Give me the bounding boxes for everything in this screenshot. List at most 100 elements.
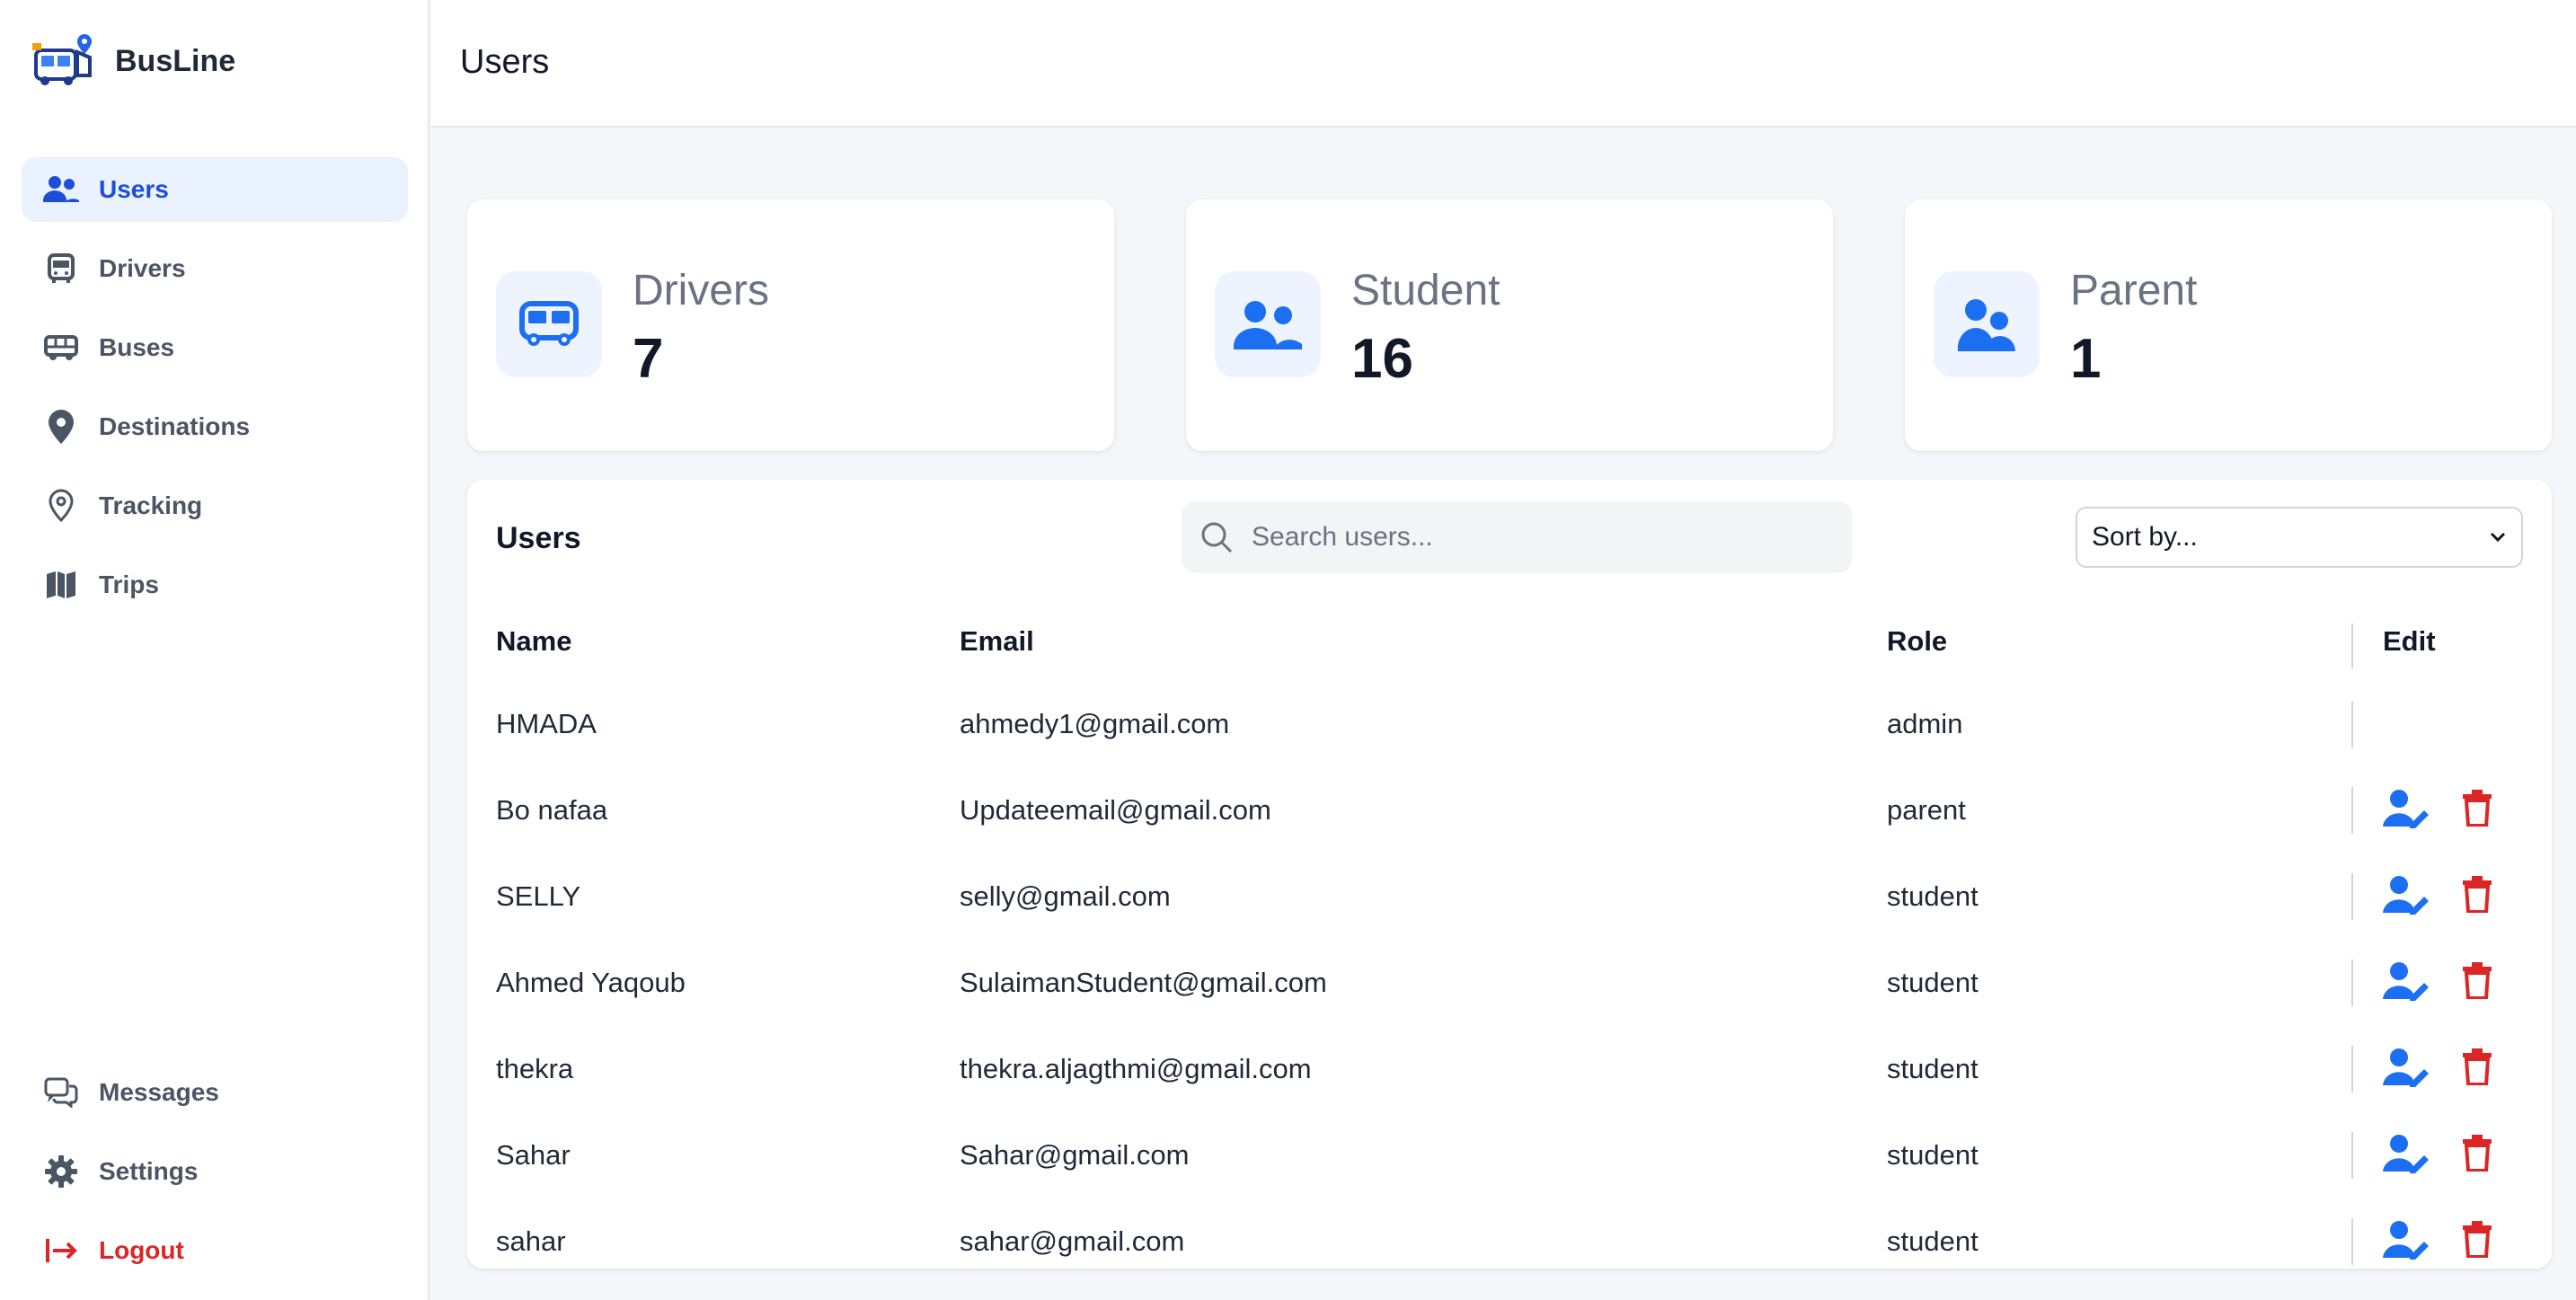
cell-email: ahmedy1@gmail.com: [960, 708, 1230, 739]
column-header-role: Role: [1887, 625, 1948, 657]
map-icon: [43, 567, 79, 603]
column-divider: [2351, 960, 2353, 1006]
sort-select[interactable]: Sort by...: [2076, 507, 2523, 568]
column-divider: [2351, 787, 2353, 834]
panel-title: Users: [496, 521, 581, 555]
row-actions: [2383, 875, 2492, 915]
column-divider: [2351, 1132, 2353, 1179]
delete-user-button[interactable]: [2462, 789, 2492, 828]
sidebar-item-drivers[interactable]: Drivers: [22, 236, 408, 301]
sidebar-item-tracking[interactable]: Tracking: [22, 473, 408, 538]
cell-role: parent: [1887, 794, 1966, 826]
cell-email: thekra.aljagthmi@gmail.com: [960, 1053, 1312, 1084]
user-edit-icon: [2383, 1221, 2429, 1260]
column-divider: [2351, 701, 2353, 747]
delete-user-button[interactable]: [2462, 875, 2492, 915]
brand-name: BusLine: [115, 43, 236, 78]
sidebar-item-label: Buses: [99, 333, 175, 361]
edit-user-button[interactable]: [2383, 961, 2430, 1001]
cell-name: Ahmed Yaqoub: [496, 967, 686, 998]
sidebar-item-label: Settings: [99, 1157, 199, 1185]
sidebar-item-buses[interactable]: Buses: [22, 315, 408, 380]
bus-icon: [496, 271, 602, 377]
edit-user-button[interactable]: [2383, 789, 2430, 828]
row-actions: [2383, 1048, 2492, 1087]
sidebar-item-label: Drivers: [99, 254, 186, 282]
trash-icon: [2463, 1048, 2492, 1085]
map-pin-icon: [43, 409, 79, 445]
sidebar-item-label: Messages: [99, 1078, 219, 1106]
sidebar-item-users[interactable]: Users: [22, 157, 408, 222]
search-box[interactable]: [1182, 501, 1852, 573]
column-divider: [2351, 873, 2353, 920]
delete-user-button[interactable]: [2462, 1220, 2492, 1260]
cell-name: Sahar: [496, 1139, 571, 1171]
user-edit-icon: [2383, 1048, 2429, 1087]
cell-email: selly@gmail.com: [960, 880, 1171, 912]
search-input[interactable]: [1252, 522, 1809, 553]
trash-icon: [2463, 1135, 2492, 1172]
row-actions: [2383, 961, 2492, 1001]
users-icon: [43, 172, 79, 208]
column-divider: [2351, 623, 2353, 668]
cell-name: Bo nafaa: [496, 794, 608, 826]
busline-logo: [32, 34, 92, 85]
stat-label: Parent: [2070, 267, 2198, 314]
sidebar: BusLine Users Drivers Buses Destinations: [0, 0, 429, 1300]
user-edit-icon: [2383, 1135, 2429, 1173]
sidebar-item-trips[interactable]: Trips: [22, 553, 408, 617]
trash-icon: [2463, 962, 2492, 999]
user-edit-icon: [2383, 876, 2429, 915]
stat-label: Student: [1351, 267, 1500, 314]
sidebar-item-destinations[interactable]: Destinations: [22, 394, 408, 459]
bus-front-icon: [43, 251, 79, 287]
user-pair-icon: [1934, 271, 2040, 377]
edit-user-button[interactable]: [2383, 1220, 2430, 1260]
logout-icon: [43, 1233, 79, 1269]
location-outline-icon: [43, 488, 79, 524]
edit-user-button[interactable]: [2383, 875, 2430, 915]
cell-role: student: [1887, 1225, 1978, 1257]
delete-user-button[interactable]: [2462, 961, 2492, 1001]
column-header-email: Email: [960, 625, 1034, 657]
stat-label: Drivers: [633, 267, 769, 314]
table-row: thekra thekra.aljagthmi@gmail.com studen…: [467, 1046, 2552, 1137]
cell-role: student: [1887, 1053, 1978, 1084]
trash-icon: [2463, 790, 2492, 827]
sidebar-item-settings[interactable]: Settings: [22, 1139, 408, 1204]
cell-role: student: [1887, 967, 1978, 998]
stat-value: 16: [1351, 328, 1413, 390]
cell-name: HMADA: [496, 708, 597, 739]
chevron-down-icon: [2490, 532, 2506, 543]
delete-user-button[interactable]: [2462, 1048, 2492, 1087]
stat-value: 7: [633, 328, 664, 390]
bus-side-icon: [43, 330, 79, 366]
stat-card-parent: Parent 1: [1905, 199, 2552, 451]
sidebar-item-label: Trips: [99, 570, 159, 598]
users-panel: Users Sort by... Name Email Role Edit HM…: [467, 480, 2552, 1269]
sidebar-nav: Users Drivers Buses Destinations Trackin…: [22, 157, 408, 632]
row-actions: [2383, 1220, 2492, 1260]
column-divider: [2351, 1218, 2353, 1265]
brand[interactable]: BusLine: [32, 32, 235, 90]
column-divider: [2351, 1046, 2353, 1092]
chat-icon: [43, 1074, 79, 1110]
trash-icon: [2463, 1221, 2492, 1258]
column-header-edit: Edit: [2383, 625, 2436, 657]
delete-user-button[interactable]: [2462, 1134, 2492, 1173]
stat-value: 1: [2070, 328, 2102, 390]
user-edit-icon: [2383, 790, 2429, 828]
edit-user-button[interactable]: [2383, 1134, 2430, 1173]
page-header: Users: [431, 0, 2576, 128]
gear-icon: [43, 1154, 79, 1189]
trash-icon: [2463, 876, 2492, 913]
edit-user-button[interactable]: [2383, 1048, 2430, 1087]
sidebar-item-messages[interactable]: Messages: [22, 1060, 408, 1125]
sidebar-item-logout[interactable]: Logout: [22, 1218, 408, 1283]
user-edit-icon: [2383, 962, 2429, 1001]
row-actions: [2383, 789, 2492, 828]
cell-name: SELLY: [496, 880, 581, 912]
table-row: sahar sahar@gmail.com student: [467, 1218, 2552, 1269]
cell-email: Updateemail@gmail.com: [960, 794, 1271, 826]
table-row: SELLY selly@gmail.com student: [467, 873, 2552, 965]
